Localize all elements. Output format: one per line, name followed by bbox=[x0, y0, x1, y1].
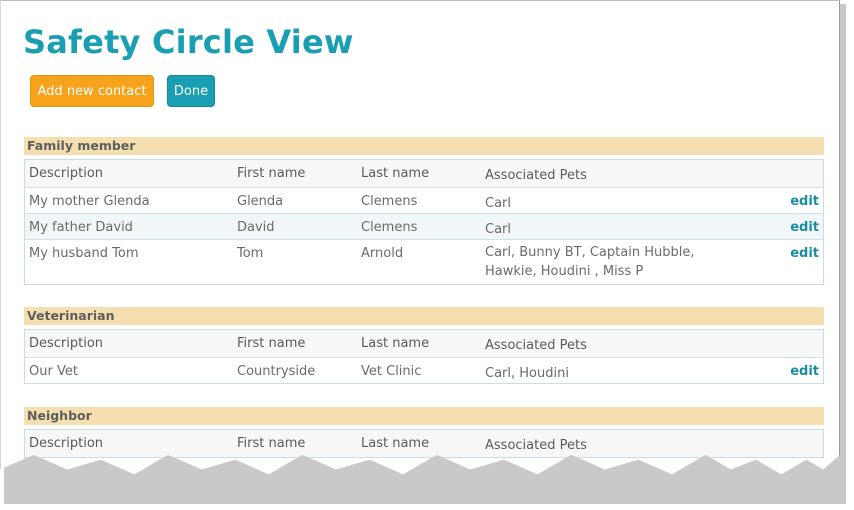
section-veterinarian: Veterinarian Description First name Last… bbox=[24, 307, 824, 384]
column-header-associated-pets: Associated Pets bbox=[485, 438, 587, 453]
cell-last-name: Clemens bbox=[361, 220, 418, 235]
section-family-member: Family member Description First name Las… bbox=[24, 137, 824, 285]
column-header-last-name: Last name bbox=[361, 166, 430, 181]
column-header-first-name: First name bbox=[237, 436, 306, 451]
table-header-row: Description First name Last name Associa… bbox=[25, 160, 823, 187]
column-header-associated-pets: Associated Pets bbox=[485, 168, 587, 183]
cell-first-name: Glenda bbox=[237, 194, 284, 209]
contacts-table: Description First name Last name Associa… bbox=[24, 429, 824, 458]
column-header-description: Description bbox=[29, 336, 104, 351]
cell-first-name: Tom bbox=[237, 246, 264, 261]
contacts-table: Description First name Last name Associa… bbox=[24, 329, 824, 384]
cell-first-name: David bbox=[237, 220, 275, 235]
cell-description: My mother Glenda bbox=[29, 194, 150, 209]
column-header-last-name: Last name bbox=[361, 336, 430, 351]
section-header: Family member bbox=[24, 137, 824, 155]
done-button[interactable]: Done bbox=[167, 75, 215, 107]
column-header-description: Description bbox=[29, 436, 104, 451]
table-row: My husband Tom Tom Arnold Carl, Bunny BT… bbox=[25, 239, 823, 284]
column-header-first-name: First name bbox=[237, 336, 306, 351]
cell-description: My husband Tom bbox=[29, 246, 139, 261]
column-header-description: Description bbox=[29, 166, 104, 181]
edit-link[interactable]: edit bbox=[790, 194, 819, 209]
table-header-row: Description First name Last name Associa… bbox=[25, 430, 823, 457]
table-header-row: Description First name Last name Associa… bbox=[25, 330, 823, 357]
cell-associated-pets: Carl, Bunny BT, Captain Hubble, Hawkie, … bbox=[485, 245, 695, 279]
contacts-table: Description First name Last name Associa… bbox=[24, 159, 824, 285]
column-header-last-name: Last name bbox=[361, 436, 430, 451]
table-row: My father David David Clemens Carl edit bbox=[25, 213, 823, 239]
edit-link[interactable]: edit bbox=[790, 364, 819, 379]
column-header-first-name: First name bbox=[237, 166, 306, 181]
add-new-contact-button[interactable]: Add new contact bbox=[30, 75, 154, 107]
cell-last-name: Clemens bbox=[361, 194, 418, 209]
column-header-associated-pets: Associated Pets bbox=[485, 338, 587, 353]
section-header: Veterinarian bbox=[24, 307, 824, 325]
edit-link[interactable]: edit bbox=[790, 246, 819, 261]
cell-last-name: Arnold bbox=[361, 246, 404, 261]
cell-description: My father David bbox=[29, 220, 133, 235]
table-row: My mother Glenda Glenda Clemens Carl edi… bbox=[25, 187, 823, 213]
table-row: Our Vet Countryside Vet Clinic Carl, Hou… bbox=[25, 357, 823, 383]
section-neighbor: Neighbor Description First name Last nam… bbox=[24, 407, 824, 458]
cell-associated-pets: Carl bbox=[485, 222, 511, 237]
cell-last-name: Vet Clinic bbox=[361, 364, 422, 379]
cell-associated-pets: Carl bbox=[485, 196, 511, 211]
page-title: Safety Circle View bbox=[23, 23, 354, 61]
page-panel: Safety Circle View Add new contact Done … bbox=[0, 0, 840, 475]
section-header: Neighbor bbox=[24, 407, 824, 425]
edit-link[interactable]: edit bbox=[790, 220, 819, 235]
cell-first-name: Countryside bbox=[237, 364, 316, 379]
cell-description: Our Vet bbox=[29, 364, 78, 379]
cell-associated-pets: Carl, Houdini bbox=[485, 366, 569, 381]
